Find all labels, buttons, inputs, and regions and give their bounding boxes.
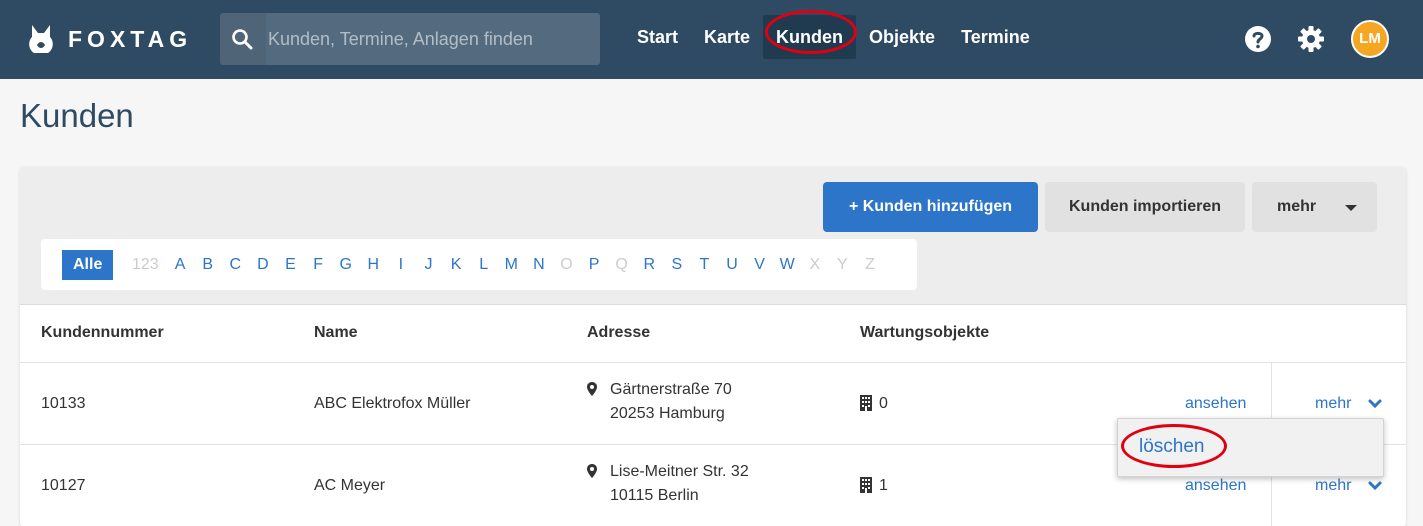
- view-customer-link[interactable]: ansehen: [1185, 477, 1246, 495]
- filter-letter-s[interactable]: S: [663, 256, 691, 274]
- filter-letter-t[interactable]: T: [691, 256, 719, 274]
- search-input[interactable]: [266, 13, 596, 65]
- more-menu-label: mehr: [1277, 198, 1317, 215]
- filter-letter-f[interactable]: F: [304, 256, 332, 274]
- filter-all-button[interactable]: Alle: [62, 249, 114, 280]
- nav-item-objekte[interactable]: Objekte: [856, 15, 948, 59]
- filter-letter-v[interactable]: V: [746, 256, 774, 274]
- address-city: 20253 Hamburg: [610, 405, 725, 422]
- nav-item-label: Start: [637, 27, 679, 47]
- fox-logo-icon: [29, 25, 53, 53]
- column-header-objects[interactable]: Wartungsobjekte: [860, 324, 989, 342]
- maintenance-object-count: 0: [879, 395, 888, 412]
- filter-letter-b[interactable]: B: [194, 256, 222, 274]
- map-pin-icon: [587, 464, 597, 478]
- address: Lise-Meitner Str. 32 10115 Berlin: [610, 460, 749, 508]
- filter-letter-g[interactable]: G: [332, 256, 360, 274]
- filter-letter-c[interactable]: C: [222, 256, 250, 274]
- building-icon: [860, 477, 872, 493]
- row-more-button[interactable]: mehr: [1315, 477, 1351, 495]
- customer-name: AC Meyer: [314, 477, 386, 494]
- brand-name: FOXTAG: [68, 25, 193, 52]
- filter-letter-n[interactable]: N: [525, 256, 553, 274]
- maintenance-object-count: 1: [879, 477, 888, 494]
- customer-number: 10133: [41, 395, 86, 412]
- main-nav: Start Karte Kunden Objekte Termine: [624, 15, 1043, 59]
- caret-down-icon: [1345, 205, 1357, 211]
- nav-item-start[interactable]: Start: [624, 15, 691, 59]
- filter-letter-e[interactable]: E: [277, 256, 305, 274]
- page-title: Kunden: [20, 97, 134, 134]
- nav-item-label: Karte: [704, 27, 751, 47]
- filter-letter-w[interactable]: W: [773, 256, 801, 274]
- nav-item-kunden[interactable]: Kunden: [763, 15, 857, 59]
- filter-letter-i[interactable]: I: [387, 256, 415, 274]
- filter-letter-r[interactable]: R: [635, 256, 663, 274]
- filter-letter-l[interactable]: L: [470, 256, 498, 274]
- user-avatar[interactable]: LM: [1351, 20, 1389, 58]
- nav-item-karte[interactable]: Karte: [691, 15, 763, 59]
- top-navigation-bar: FOXTAG Start Karte Kunden Objekte Termin…: [0, 0, 1423, 79]
- row-more-label: mehr: [1315, 395, 1352, 412]
- map-pin-icon: [587, 382, 597, 396]
- address: Gärtnerstraße 70 20253 Hamburg: [610, 378, 732, 426]
- row-more-button[interactable]: mehr: [1315, 395, 1351, 413]
- panel-toolbar: + Kunden hinzufügen Kunden importieren m…: [20, 167, 1406, 305]
- add-customer-button[interactable]: + Kunden hinzufügen: [823, 182, 1038, 232]
- filter-letter-y: Y: [837, 255, 848, 273]
- filter-letter-j[interactable]: J: [415, 256, 443, 274]
- filter-letter-m[interactable]: M: [497, 256, 525, 274]
- customer-name: ABC Elektrofox Müller: [314, 395, 471, 412]
- chevron-down-icon[interactable]: [1368, 481, 1382, 491]
- filter-numeric: 123: [131, 255, 159, 273]
- filter-letter-a[interactable]: A: [166, 256, 194, 274]
- address-street: Gärtnerstraße 70: [610, 381, 732, 398]
- nav-item-label: Objekte: [869, 27, 936, 47]
- column-header-address[interactable]: Adresse: [587, 324, 650, 342]
- building-icon: [860, 395, 872, 411]
- foxtag-logo[interactable]: FOXTAG: [26, 22, 192, 56]
- nav-item-label: Termine: [961, 27, 1030, 47]
- annotation-highlight: [1121, 424, 1227, 468]
- search-box[interactable]: [220, 13, 600, 65]
- divider: [20, 362, 1406, 363]
- filter-letter-d[interactable]: D: [249, 256, 277, 274]
- import-customers-button[interactable]: Kunden importieren: [1045, 182, 1245, 232]
- plus-icon: +: [848, 198, 859, 215]
- customer-number: 10127: [41, 477, 86, 494]
- add-customer-label: Kunden hinzufügen: [862, 198, 1013, 215]
- chevron-down-icon[interactable]: [1368, 399, 1382, 409]
- filter-letter-o: O: [560, 255, 573, 273]
- filter-letter-k[interactable]: K: [442, 256, 470, 274]
- more-menu-button[interactable]: mehr: [1252, 182, 1377, 232]
- address-street: Lise-Meitner Str. 32: [610, 463, 749, 480]
- filter-letter-p[interactable]: P: [580, 256, 608, 274]
- address-city: 10115 Berlin: [610, 487, 699, 504]
- gear-icon[interactable]: [1297, 25, 1325, 53]
- view-customer-link[interactable]: ansehen: [1185, 395, 1246, 413]
- help-icon[interactable]: [1244, 25, 1272, 53]
- filter-letter-x: X: [809, 255, 821, 273]
- filter-letter-z: Z: [865, 255, 875, 273]
- filter-letter-u[interactable]: U: [718, 256, 746, 274]
- alphabet-filter: Alle 123 A B C D E F G H I J K L M N O P…: [41, 239, 917, 290]
- column-header-number[interactable]: Kundennummer: [41, 324, 164, 342]
- nav-item-label: Kunden: [776, 15, 843, 59]
- column-header-name[interactable]: Name: [314, 324, 358, 342]
- filter-letter-h[interactable]: H: [360, 256, 388, 274]
- filter-letter-q: Q: [615, 255, 628, 273]
- nav-item-termine[interactable]: Termine: [948, 15, 1043, 59]
- row-more-label: mehr: [1315, 477, 1352, 494]
- search-icon: [220, 13, 266, 65]
